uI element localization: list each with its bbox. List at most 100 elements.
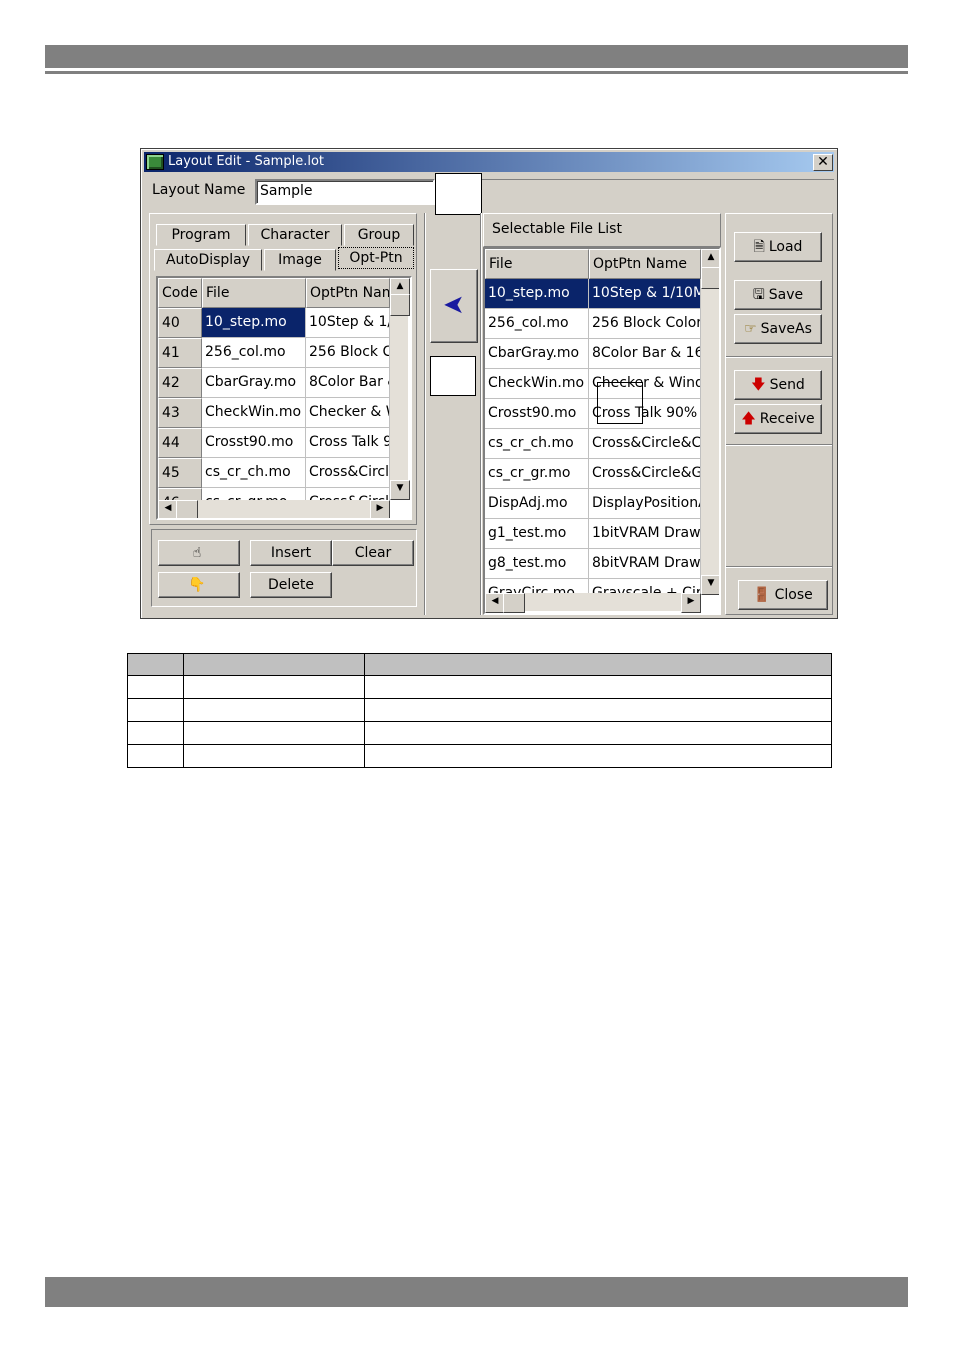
table-row [127, 721, 832, 745]
layout-grid-vscroll[interactable]: ▲ ▼ [390, 278, 410, 500]
table-cell [127, 675, 184, 699]
receive-button[interactable]: 🡅 Receive [734, 404, 822, 434]
scroll-down-icon[interactable]: ▼ [701, 575, 719, 595]
tab-opt-ptn[interactable]: Opt-Ptn [338, 247, 414, 269]
layout-button-group: ☝ Insert Clear 👇 Delete [151, 529, 417, 607]
list-item-cell[interactable]: 10Step & 1/10MH [589, 279, 701, 309]
save-button[interactable]: 🖫 Save [734, 280, 822, 310]
tab-autodisplay[interactable]: AutoDisplay [154, 249, 262, 271]
list-item-cell[interactable]: DispAdj.mo [485, 489, 589, 519]
table-row-cell[interactable]: Cross Talk 9 [306, 428, 390, 458]
title-bar[interactable]: Layout Edit - Sample.lot ✕ [144, 152, 834, 172]
list-item-cell[interactable]: cs_cr_ch.mo [485, 429, 589, 459]
hscroll-thumb[interactable] [503, 593, 525, 613]
table-row-cell[interactable]: 42 [158, 368, 202, 398]
tab-group[interactable]: Group [344, 224, 414, 246]
scroll-right-icon[interactable]: ▶ [370, 500, 390, 518]
tab-program[interactable]: Program [156, 224, 246, 246]
col-header-file[interactable]: File [202, 278, 306, 308]
table-row-cell[interactable]: Checker & W [306, 398, 390, 428]
list-item-cell[interactable]: Crosst90.mo [485, 399, 589, 429]
saveas-button[interactable]: ☞ SaveAs [734, 314, 822, 344]
move-up-button[interactable]: ☝ [158, 540, 240, 566]
page-header-bar [45, 45, 908, 74]
list-item-cell[interactable]: 1bitVRAM Draw T [589, 519, 701, 549]
list-item-cell[interactable]: cs_cr_gr.mo [485, 459, 589, 489]
file-list-grid[interactable]: File OptPtn Name 10_step.mo 10Step & 1/10… [483, 247, 721, 615]
table-row-cell[interactable]: 10Step & 1/1 [306, 308, 390, 338]
load-label: Load [768, 239, 803, 255]
saveas-label: SaveAs [760, 321, 812, 337]
tab-character[interactable]: Character [248, 224, 342, 246]
list-item-cell[interactable]: Cross&Circle&Gr [589, 459, 701, 489]
table-row-cell[interactable]: Cross&Circl [306, 458, 390, 488]
table-cell [364, 698, 832, 722]
table-row-cell[interactable]: 256_col.mo [202, 338, 306, 368]
scroll-up-icon[interactable]: ▲ [701, 249, 719, 269]
file-button-panel: 🗎 Load 🖫 Save ☞ SaveAs 🡇 Send 🡅 Receive 🚪 Clos… [725, 213, 833, 615]
left-arrow-icon: ➤ [443, 290, 465, 320]
scroll-right-icon[interactable]: ▶ [681, 593, 701, 613]
scroll-thumb[interactable] [701, 267, 719, 289]
table-cell [364, 721, 832, 745]
col-header-code[interactable]: Code [158, 278, 202, 308]
table-row-cell[interactable]: 45 [158, 458, 202, 488]
table-cell [364, 744, 832, 768]
list-item-cell[interactable]: 10_step.mo [485, 279, 589, 309]
col-header-file-list-name[interactable]: OptPtn Name [589, 249, 701, 279]
col-header-optptn-name[interactable]: OptPtn Nam [306, 278, 390, 308]
save-label: Save [768, 287, 804, 303]
layout-grid-hscroll[interactable]: ◀ ▶ [158, 500, 390, 518]
list-item-cell[interactable]: g1_test.mo [485, 519, 589, 549]
tab-image[interactable]: Image [264, 249, 336, 271]
table-row-cell[interactable]: CbarGray.mo [202, 368, 306, 398]
callout-box-1 [435, 173, 482, 215]
table-row-cell[interactable]: 10_step.mo [202, 308, 306, 338]
add-to-layout-button[interactable]: ➤ [430, 269, 478, 343]
list-item-cell[interactable]: 256_col.mo [485, 309, 589, 339]
list-item-cell[interactable]: DisplayPositionA [589, 489, 701, 519]
list-item-cell[interactable]: 8Color Bar & 16C [589, 339, 701, 369]
close-window-button[interactable]: ✕ [813, 154, 833, 171]
close-button[interactable]: 🚪 Close [738, 580, 828, 610]
send-arrow-down-icon: 🡇 [751, 377, 766, 393]
hscroll-thumb[interactable] [176, 500, 198, 518]
list-item-cell[interactable]: Cross&Circle&Ch [589, 429, 701, 459]
delete-button[interactable]: Delete [250, 572, 332, 598]
clear-button[interactable]: Clear [332, 540, 414, 566]
send-button[interactable]: 🡇 Send [734, 370, 822, 400]
list-item-cell[interactable]: 256 Block Color [589, 309, 701, 339]
scroll-down-icon[interactable]: ▼ [390, 480, 410, 500]
file-list-vscroll[interactable]: ▲ ▼ [701, 249, 719, 595]
list-item-cell[interactable]: g8_test.mo [485, 549, 589, 579]
table-row [127, 744, 832, 768]
layout-name-input[interactable]: Sample [255, 179, 435, 205]
layout-grid[interactable]: Code File OptPtn Nam 40 10_step.mo 10Step … [156, 276, 412, 520]
table-header-cell [364, 653, 832, 676]
list-item-cell[interactable]: 8bitVRAM Draw T [589, 549, 701, 579]
scroll-left-icon[interactable]: ◀ [485, 593, 505, 613]
table-cell [127, 744, 184, 768]
scroll-thumb[interactable] [390, 294, 410, 316]
list-item-cell[interactable]: CbarGray.mo [485, 339, 589, 369]
col-header-file-list-file[interactable]: File [485, 249, 589, 279]
table-header-cell [127, 653, 184, 676]
scroll-left-icon[interactable]: ◀ [158, 500, 178, 518]
hand-up-icon: ☝ [192, 545, 202, 561]
table-row-cell[interactable]: 8Color Bar & [306, 368, 390, 398]
insert-button[interactable]: Insert [250, 540, 332, 566]
table-row-cell[interactable]: 43 [158, 398, 202, 428]
table-row-cell[interactable]: 40 [158, 308, 202, 338]
table-row-cell[interactable]: 41 [158, 338, 202, 368]
table-row-cell[interactable]: CheckWin.mo [202, 398, 306, 428]
table-header-row [127, 653, 832, 676]
table-row-cell[interactable]: 44 [158, 428, 202, 458]
list-item-cell[interactable]: CheckWin.mo [485, 369, 589, 399]
file-list-hscroll[interactable]: ◀ ▶ [485, 593, 701, 613]
load-button[interactable]: 🗎 Load [734, 232, 822, 262]
table-row-cell[interactable]: 256 Block C [306, 338, 390, 368]
table-row-cell[interactable]: Crosst90.mo [202, 428, 306, 458]
table-cell [364, 675, 832, 699]
move-down-button[interactable]: 👇 [158, 572, 240, 598]
table-row-cell[interactable]: cs_cr_ch.mo [202, 458, 306, 488]
